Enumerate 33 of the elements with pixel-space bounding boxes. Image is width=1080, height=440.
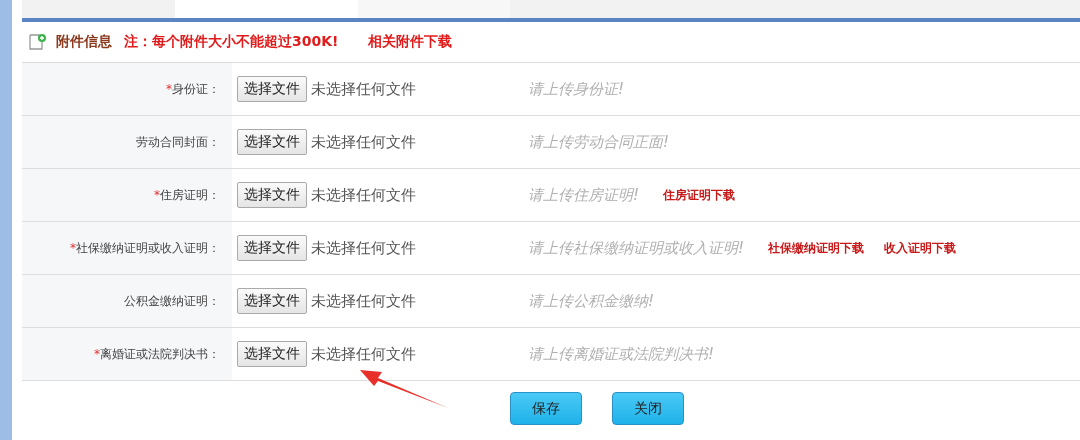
choose-file-button[interactable]: 选择文件 [237, 341, 307, 367]
field-label: 公积金缴纳证明： [22, 275, 232, 327]
file-status: 未选择任何文件 [311, 79, 417, 99]
file-status: 未选择任何文件 [311, 132, 417, 152]
file-status: 未选择任何文件 [311, 238, 417, 258]
file-status: 未选择任何文件 [311, 344, 417, 364]
download-link[interactable]: 住房证明下载 [663, 186, 735, 204]
choose-file-button[interactable]: 选择文件 [237, 235, 307, 261]
upload-hint: 请上传身份证! [528, 79, 624, 99]
file-status: 未选择任何文件 [311, 291, 417, 311]
file-status: 未选择任何文件 [311, 185, 417, 205]
choose-file-button[interactable]: 选择文件 [237, 129, 307, 155]
download-link[interactable]: 收入证明下载 [884, 239, 956, 257]
field-label: 劳动合同封面： [22, 116, 232, 168]
field-label: *住房证明： [22, 169, 232, 221]
field-label: *身份证： [22, 63, 232, 115]
action-button[interactable]: 关闭 [612, 392, 684, 425]
choose-file-button[interactable]: 选择文件 [237, 182, 307, 208]
section-title: 附件信息 [56, 33, 112, 51]
upload-hint: 请上传住房证明! [528, 185, 639, 205]
choose-file-button[interactable]: 选择文件 [237, 76, 307, 102]
upload-hint: 请上传社保缴纳证明或收入证明! [528, 238, 744, 258]
field-label: *社保缴纳证明或收入证明： [22, 222, 232, 274]
upload-hint: 请上传离婚证或法院判决书! [528, 344, 714, 364]
action-button[interactable]: 保存 [510, 392, 582, 425]
upload-hint: 请上传劳动合同正面! [528, 132, 669, 152]
size-note: 注：每个附件大小不能超过300K! [124, 33, 339, 51]
download-link[interactable]: 社保缴纳证明下载 [768, 239, 864, 257]
field-label: *离婚证或法院判决书： [22, 328, 232, 380]
choose-file-button[interactable]: 选择文件 [237, 288, 307, 314]
download-link[interactable]: 相关附件下载 [368, 33, 453, 51]
document-add-icon [28, 33, 48, 51]
upload-hint: 请上传公积金缴纳! [528, 291, 654, 311]
